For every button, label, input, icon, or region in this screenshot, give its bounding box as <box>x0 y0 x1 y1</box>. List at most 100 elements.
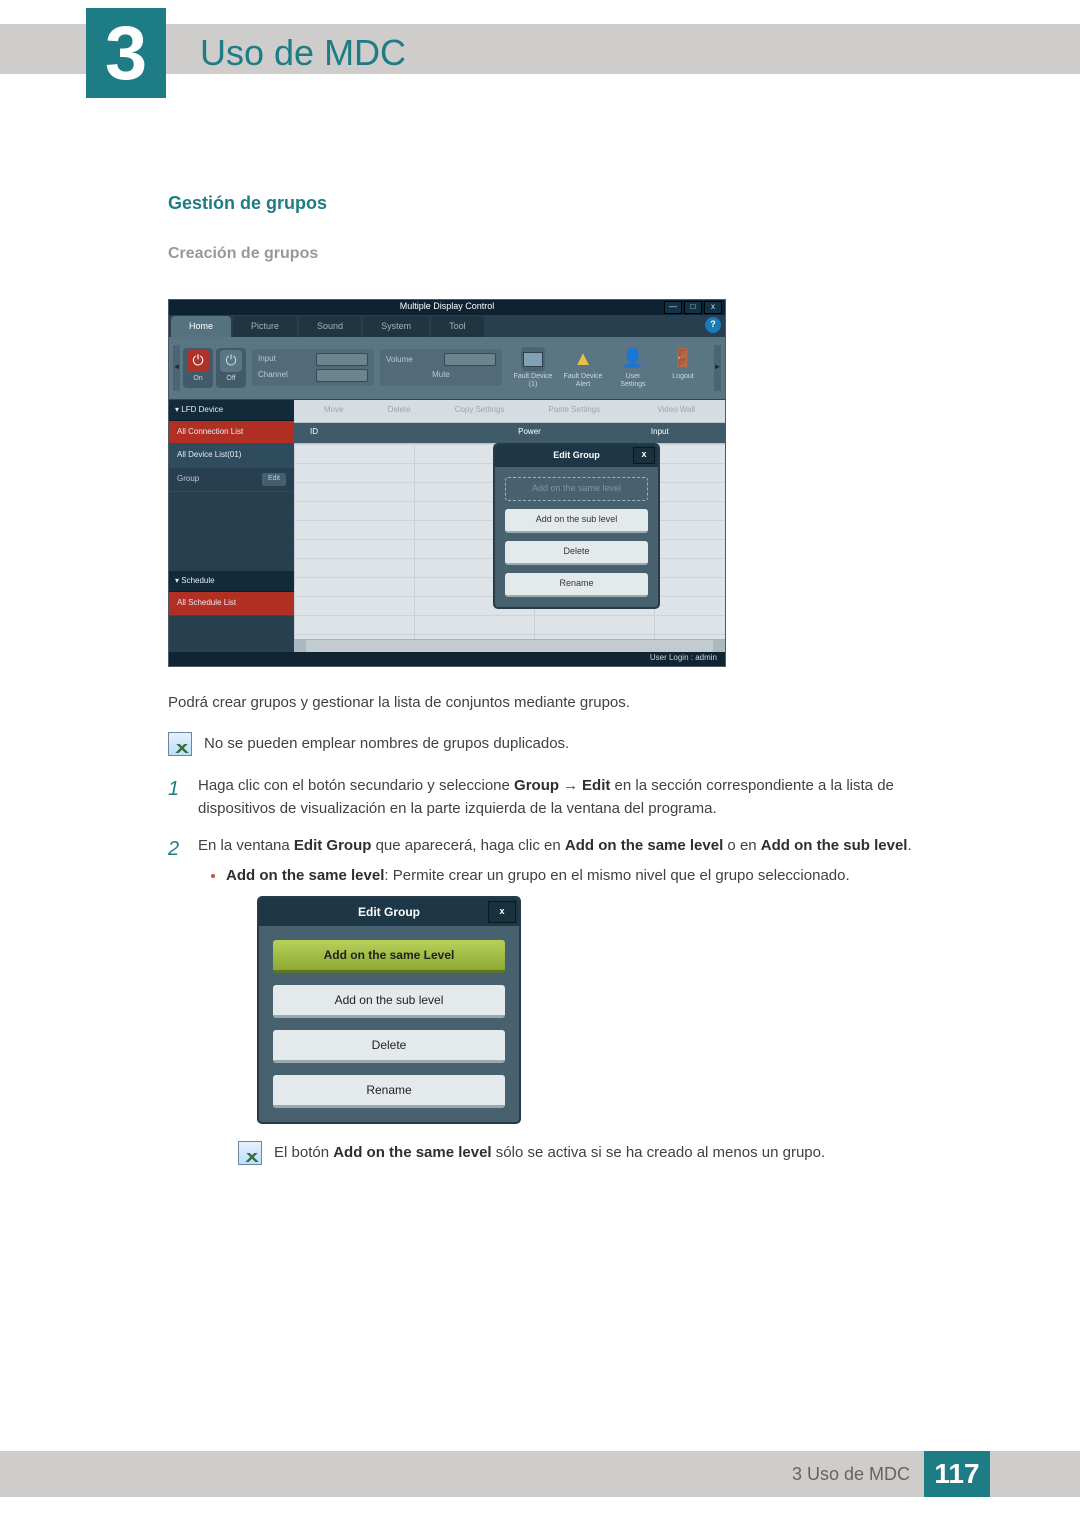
list-item: Add on the same level: Permite crear un … <box>226 864 950 887</box>
fault-device-button[interactable]: Fault Device (1) <box>512 347 554 388</box>
fault-device-alert-button[interactable]: ▲Fault Device Alert <box>562 347 604 388</box>
app-screenshot: Multiple Display Control — □ x Home Pict… <box>168 299 726 667</box>
toolbar: ◄ ⏻On ⏻Off Input Channel Volume Mute Fau… <box>169 337 725 400</box>
popup-close-button[interactable]: x <box>488 901 516 923</box>
h-scrollbar[interactable] <box>294 639 725 652</box>
input-panel: Input Channel <box>252 349 374 386</box>
sidebar-item-all-schedule[interactable]: All Schedule List <box>169 592 294 615</box>
note-icon <box>238 1141 262 1165</box>
help-icon[interactable]: ? <box>705 317 721 333</box>
option-add-same-level[interactable]: Add on the same level <box>505 477 648 501</box>
sidebar-item-group: Group Edit <box>169 468 294 492</box>
chapter-number-box: 3 <box>86 8 166 98</box>
copy-settings-button[interactable]: Copy Settings <box>455 404 505 416</box>
tab-home[interactable]: Home <box>171 316 231 337</box>
col-input: Input <box>595 426 725 438</box>
section-heading: Gestión de grupos <box>168 190 950 218</box>
chapter-number: 3 <box>105 10 147 97</box>
manual-page: 3 Uso de MDC Gestión de grupos Creación … <box>0 0 1080 1527</box>
popup-title: Edit Groupx <box>259 898 519 926</box>
status-bar: User Login : admin <box>169 652 725 666</box>
user-settings-button[interactable]: 👤User Settings <box>612 347 654 388</box>
minimize-button[interactable]: — <box>664 301 682 314</box>
note-1: No se pueden emplear nombres de grupos d… <box>168 732 950 756</box>
power-off-button[interactable]: ⏻Off <box>216 348 246 388</box>
sidebar-header-lfd[interactable]: LFD Device <box>169 400 294 421</box>
step-body: En la ventana Edit Group que aparecerá, … <box>198 834 950 1183</box>
edit-group-popup-large: Edit Groupx Add on the same Level Add on… <box>258 897 520 1123</box>
door-icon: 🚪 <box>671 347 695 371</box>
video-wall-button[interactable]: Video Wall <box>657 404 695 416</box>
warning-icon: ▲ <box>571 347 595 371</box>
tab-picture[interactable]: Picture <box>233 316 297 337</box>
group-label: Group <box>177 473 199 485</box>
toolbar-icons: Fault Device (1) ▲Fault Device Alert 👤Us… <box>512 347 704 388</box>
delete-button[interactable]: Delete <box>388 404 411 416</box>
sidebar-header-schedule[interactable]: Schedule <box>169 571 294 592</box>
option-rename[interactable]: Rename <box>273 1075 505 1108</box>
tab-system[interactable]: System <box>363 316 429 337</box>
action-bar: Move Delete Copy Settings Paste Settings… <box>294 400 725 423</box>
step-2: 2 En la ventana Edit Group que aparecerá… <box>168 834 950 1183</box>
col-power: Power <box>464 426 594 438</box>
maximize-button[interactable]: □ <box>684 301 702 314</box>
chapter-title: Uso de MDC <box>200 32 406 74</box>
arrow-icon: → <box>563 774 578 797</box>
col-id: ID <box>294 426 334 438</box>
tab-tool[interactable]: Tool <box>431 316 484 337</box>
option-delete[interactable]: Delete <box>505 541 648 565</box>
volume-label: Volume <box>386 354 413 366</box>
logout-button[interactable]: 🚪Logout <box>662 347 704 388</box>
scroll-right-icon[interactable]: ► <box>714 345 721 391</box>
page-number: 117 <box>924 1451 990 1497</box>
option-add-sub-level[interactable]: Add on the sub level <box>505 509 648 533</box>
close-button[interactable]: x <box>704 301 722 314</box>
note-text: No se pueden emplear nombres de grupos d… <box>204 732 569 755</box>
user-icon: 👤 <box>621 347 645 371</box>
table-header: ID Power Input <box>294 423 725 443</box>
edit-group-popup: Edit Groupx Add on the same level Add on… <box>494 444 659 608</box>
input-dropdown[interactable] <box>316 353 368 366</box>
window-titlebar: Multiple Display Control — □ x <box>169 300 725 315</box>
option-add-sub-level[interactable]: Add on the sub level <box>273 985 505 1018</box>
note-icon <box>168 732 192 756</box>
note-text: El botón Add on the same level sólo se a… <box>274 1141 825 1164</box>
scroll-left-icon[interactable]: ◄ <box>173 345 180 391</box>
window-buttons: — □ x <box>664 301 722 314</box>
volume-stepper[interactable] <box>444 353 496 366</box>
move-button[interactable]: Move <box>324 404 344 416</box>
step-1: 1 Haga clic con el botón secundario y se… <box>168 774 950 821</box>
popup-title: Edit Groupx <box>495 445 658 467</box>
volume-panel: Volume Mute <box>380 349 502 385</box>
group-edit-button[interactable]: Edit <box>262 473 286 486</box>
mute-button[interactable]: Mute <box>386 369 496 381</box>
subsection-heading: Creación de grupos <box>168 242 950 267</box>
step-number: 2 <box>168 834 186 1183</box>
step-number: 1 <box>168 774 186 821</box>
channel-label: Channel <box>258 369 288 381</box>
channel-stepper[interactable] <box>316 369 368 382</box>
table-body: Edit Groupx Add on the same level Add on… <box>294 443 725 652</box>
paste-settings-button[interactable]: Paste Settings <box>549 404 601 416</box>
option-rename[interactable]: Rename <box>505 573 648 597</box>
option-add-same-level[interactable]: Add on the same Level <box>273 940 505 973</box>
monitor-warn-icon <box>521 347 545 371</box>
option-delete[interactable]: Delete <box>273 1030 505 1063</box>
tab-sound[interactable]: Sound <box>299 316 361 337</box>
popup-close-button[interactable]: x <box>633 447 655 464</box>
mdc-window: Multiple Display Control — □ x Home Pict… <box>169 300 725 666</box>
footer-text: 3 Uso de MDC <box>792 1464 910 1485</box>
step-body: Haga clic con el botón secundario y sele… <box>198 774 950 821</box>
main-area: Move Delete Copy Settings Paste Settings… <box>294 400 725 652</box>
window-title: Multiple Display Control <box>400 300 495 314</box>
content: Gestión de grupos Creación de grupos Mul… <box>168 190 950 1197</box>
page-footer: 3 Uso de MDC 117 <box>0 1451 1080 1497</box>
input-label: Input <box>258 353 276 365</box>
power-on-button[interactable]: ⏻On <box>183 348 213 388</box>
note-2: El botón Add on the same level sólo se a… <box>238 1141 950 1165</box>
sidebar-item-all-device[interactable]: All Device List(01) <box>169 444 294 467</box>
main-tabs: Home Picture Sound System Tool ? <box>169 315 725 337</box>
sidebar-item-all-connection[interactable]: All Connection List <box>169 421 294 444</box>
bullet-list: Add on the same level: Permite crear un … <box>198 864 950 887</box>
sidebar: LFD Device All Connection List All Devic… <box>169 400 294 652</box>
